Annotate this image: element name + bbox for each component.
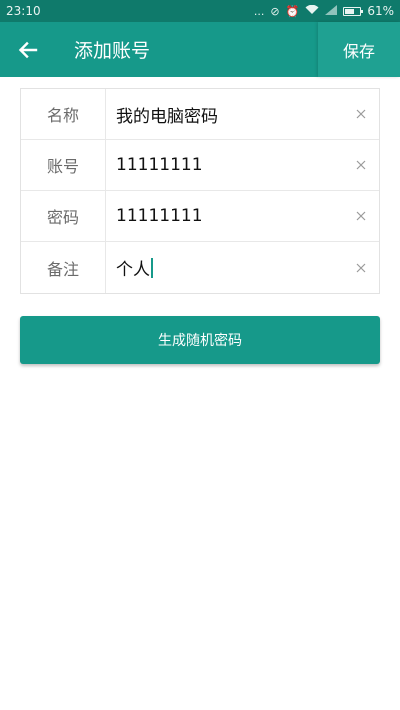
back-button[interactable] bbox=[0, 22, 56, 77]
alarm-icon: ⏰ bbox=[285, 4, 300, 18]
form-row-password: 密码 11111111 bbox=[21, 191, 379, 242]
name-label: 名称 bbox=[21, 89, 106, 139]
clear-note-icon[interactable] bbox=[343, 242, 379, 293]
app-bar: 添加账号 保存 bbox=[0, 22, 400, 77]
wifi-icon bbox=[305, 4, 319, 17]
account-label: 账号 bbox=[21, 140, 106, 190]
do-not-disturb-icon: ⊘ bbox=[270, 4, 280, 18]
page-title: 添加账号 bbox=[74, 40, 151, 62]
text-cursor bbox=[151, 257, 153, 278]
name-input-value: 我的电脑密码 bbox=[116, 106, 218, 127]
save-button[interactable]: 保存 bbox=[318, 22, 400, 77]
status-time: 23:10 bbox=[6, 4, 41, 18]
password-input-value: 11111111 bbox=[116, 206, 203, 226]
password-label: 密码 bbox=[21, 191, 106, 241]
note-label: 备注 bbox=[21, 242, 106, 293]
status-icons: ... ⊘ ⏰ 61% bbox=[254, 4, 394, 18]
signal-icon bbox=[325, 5, 338, 17]
account-form: 名称 我的电脑密码 账号 11111111 密码 11111111 备注 个人 bbox=[20, 88, 380, 294]
form-row-note: 备注 个人 bbox=[21, 242, 379, 293]
form-row-account: 账号 11111111 bbox=[21, 140, 379, 191]
password-input[interactable]: 11111111 bbox=[106, 191, 343, 241]
clear-account-icon[interactable] bbox=[343, 140, 379, 190]
battery-percent: 61% bbox=[367, 4, 394, 18]
more-dots-icon: ... bbox=[253, 4, 265, 18]
note-input-value: 个人 bbox=[116, 260, 150, 280]
arrow-left-icon bbox=[18, 41, 38, 58]
clear-password-icon[interactable] bbox=[343, 191, 379, 241]
account-input[interactable]: 11111111 bbox=[106, 140, 343, 190]
status-bar: 23:10 ... ⊘ ⏰ 61% bbox=[0, 0, 400, 22]
note-input[interactable]: 个人 bbox=[106, 242, 343, 293]
generate-password-button[interactable]: 生成随机密码 bbox=[20, 316, 380, 364]
account-input-value: 11111111 bbox=[116, 155, 203, 175]
name-input[interactable]: 我的电脑密码 bbox=[106, 89, 343, 139]
battery-icon bbox=[343, 6, 364, 16]
form-row-name: 名称 我的电脑密码 bbox=[21, 89, 379, 140]
clear-name-icon[interactable] bbox=[343, 89, 379, 139]
